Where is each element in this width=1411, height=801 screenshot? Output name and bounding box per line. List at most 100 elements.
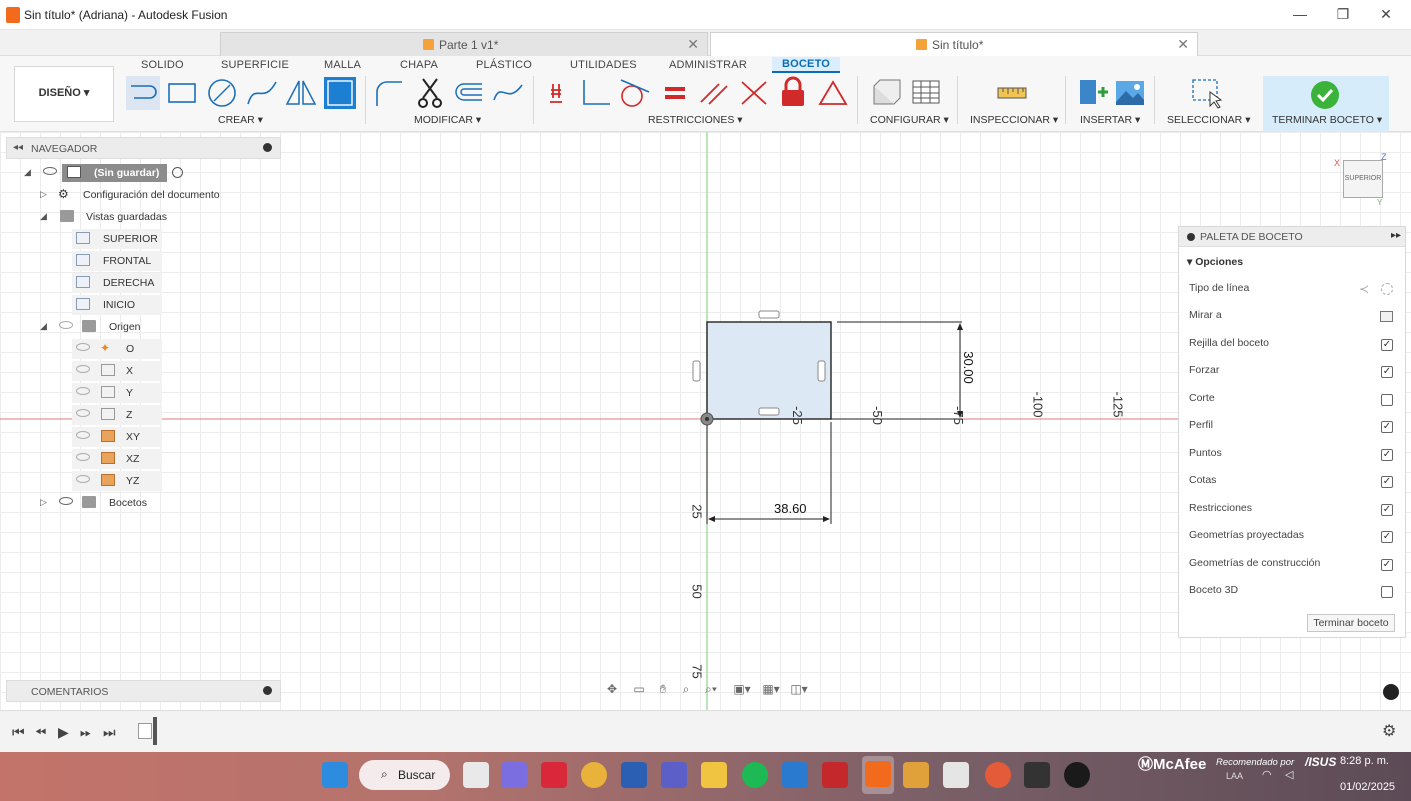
table-icon[interactable] [910,76,944,110]
visibility-eye-icon[interactable] [76,365,90,373]
visibility-eye-icon[interactable] [76,453,90,461]
finish-sketch-button[interactable]: TERMINAR BOCETO ▾ [1263,76,1389,132]
tree-view-item[interactable]: FRONTAL [6,251,281,271]
fusion-taskbar-active[interactable] [862,756,894,794]
chrome-profile-icon[interactable] [985,762,1011,788]
checkbox-slice[interactable] [1381,394,1393,406]
visibility-eye-icon[interactable] [76,343,90,351]
tree-saved-views[interactable]: ◢ Vistas guardadas [6,207,281,227]
checkbox-points[interactable]: ✓ [1381,449,1393,461]
capture-app-icon[interactable] [1024,762,1050,788]
group-inspeccionar[interactable]: INSPECCIONAR ▾ [970,114,1058,126]
go-to-start-icon[interactable]: ⏮ [12,724,25,741]
spline-tool-icon[interactable] [245,76,279,110]
group-restricciones[interactable]: RESTRICCIONES ▾ [648,114,743,126]
comments-panel-header[interactable]: COMENTARIOS [6,680,281,702]
project-tool-icon[interactable] [323,76,357,110]
git-icon[interactable] [903,762,929,788]
timeline-marker[interactable] [153,717,157,745]
obs-icon[interactable] [1064,762,1090,788]
viewcube[interactable]: SUPERIOR [1343,160,1383,198]
zoom-icon[interactable]: ⌕ [677,682,695,698]
clock-time[interactable]: 8:28 p. m. [1340,755,1389,767]
checkbox-dimensions[interactable]: ✓ [1381,476,1393,488]
dimension-width-value[interactable]: 38.60 [774,501,807,516]
parallel-constraint-icon[interactable] [697,76,731,110]
ribbon-tab-chapa[interactable]: CHAPA [400,59,438,71]
maximize-button[interactable]: ❐ [1333,6,1353,23]
clock-date[interactable]: 01/02/2025 [1340,781,1395,793]
tree-doc-settings[interactable]: ▷ ⚙ Configuración del documento [6,185,281,205]
tree-origin-item[interactable]: Y [6,383,281,403]
ribbon-tab-plastico[interactable]: PLÁSTICO [476,59,532,71]
tree-origin-item[interactable]: X [6,361,281,381]
perpendicular-constraint-icon[interactable] [579,76,613,110]
group-seleccionar[interactable]: SELECCIONAR ▾ [1167,114,1250,126]
line-tool-icon[interactable] [126,76,160,110]
snipping-tool-icon[interactable] [943,762,969,788]
group-insertar[interactable]: INSERTAR ▾ [1080,114,1140,126]
display-settings-icon[interactable]: ▣▾ [733,682,751,698]
finish-sketch-palette-button[interactable]: Terminar boceto [1307,614,1395,632]
fit-zoom-icon[interactable]: ⌕▾ [702,682,720,698]
input-language[interactable]: LAA [1226,771,1243,781]
solidworks-icon[interactable] [822,762,848,788]
checkbox-grid[interactable]: ✓ [1381,339,1393,351]
workspace-selector[interactable]: DISEÑO ▾ [14,66,114,122]
fix-constraint-icon[interactable] [776,76,810,110]
ribbon-tab-boceto[interactable]: BOCETO [772,57,841,73]
volume-icon[interactable]: ◁ [1285,768,1293,781]
autocad-icon[interactable] [541,762,567,788]
trim-tool-icon[interactable] [413,76,447,110]
tree-view-item[interactable]: INICIO [6,295,281,315]
fillet-tool-icon[interactable] [372,76,406,110]
group-configurar[interactable]: CONFIGURAR ▾ [870,114,949,126]
step-forward-icon[interactable]: ⏩︎ [80,724,91,741]
construction-line-icon[interactable] [1381,283,1393,295]
symmetry-constraint-icon[interactable] [737,76,771,110]
options-section[interactable]: ▾ Opciones [1187,256,1243,268]
visibility-eye-icon[interactable] [59,321,73,329]
spotify-icon[interactable] [742,762,768,788]
expand-arrow-icon[interactable]: ◢ [40,211,47,222]
wifi-icon[interactable]: ◠ [1262,768,1272,781]
visibility-eye-icon[interactable] [76,409,90,417]
group-modificar[interactable]: MODIFICAR ▾ [414,114,481,126]
look-at-icon[interactable] [1380,311,1393,322]
expand-arrow-icon[interactable]: ◢ [40,321,47,332]
measure-icon[interactable] [995,76,1029,110]
visibility-eye-icon[interactable] [59,497,73,505]
parameters-icon[interactable] [870,76,904,110]
tab-parte-1[interactable]: Parte 1 v1* ✕ [220,32,708,56]
play-icon[interactable]: ▶ [58,724,69,741]
coincident-constraint-icon[interactable] [541,76,575,110]
word-icon[interactable] [621,762,647,788]
visibility-eye-icon[interactable] [76,387,90,395]
triangle-constraint-icon[interactable] [816,76,850,110]
insert-derive-icon[interactable] [1076,76,1110,110]
ribbon-tab-malla[interactable]: MALLA [324,59,361,71]
expand-arrow-icon[interactable]: ◢ [24,167,31,178]
grid-settings-icon[interactable]: ▦▾ [762,682,780,698]
group-crear[interactable]: CREAR ▾ [218,114,263,126]
close-tab-icon[interactable]: ✕ [1177,36,1189,53]
checkbox-projected[interactable]: ✓ [1381,531,1393,543]
checkbox-snap[interactable]: ✓ [1381,366,1393,378]
ribbon-tab-solido[interactable]: SOLIDO [141,59,184,71]
visibility-eye-icon[interactable] [76,475,90,483]
offset-tool-icon[interactable] [452,76,486,110]
windows-start-icon[interactable] [322,762,348,788]
orbit-icon[interactable]: ✥ [603,682,621,698]
vscode-icon[interactable] [782,762,808,788]
dimension-height-value[interactable]: 30.00 [961,351,976,384]
tree-origin-item[interactable]: XY [6,427,281,447]
tree-origin-item[interactable]: YZ [6,471,281,491]
pin-panel-icon[interactable] [263,143,272,152]
expand-palette-icon[interactable]: ▸▸ [1391,230,1401,241]
pan-hand-icon[interactable]: ✋︎ [654,682,672,698]
checkbox-construction[interactable]: ✓ [1381,559,1393,571]
look-at-face-icon[interactable]: ▭ [630,682,648,698]
checkbox-constraints[interactable]: ✓ [1381,504,1393,516]
timeline-settings-gear-icon[interactable]: ⚙ [1382,721,1396,741]
add-comment-icon[interactable] [263,686,272,695]
